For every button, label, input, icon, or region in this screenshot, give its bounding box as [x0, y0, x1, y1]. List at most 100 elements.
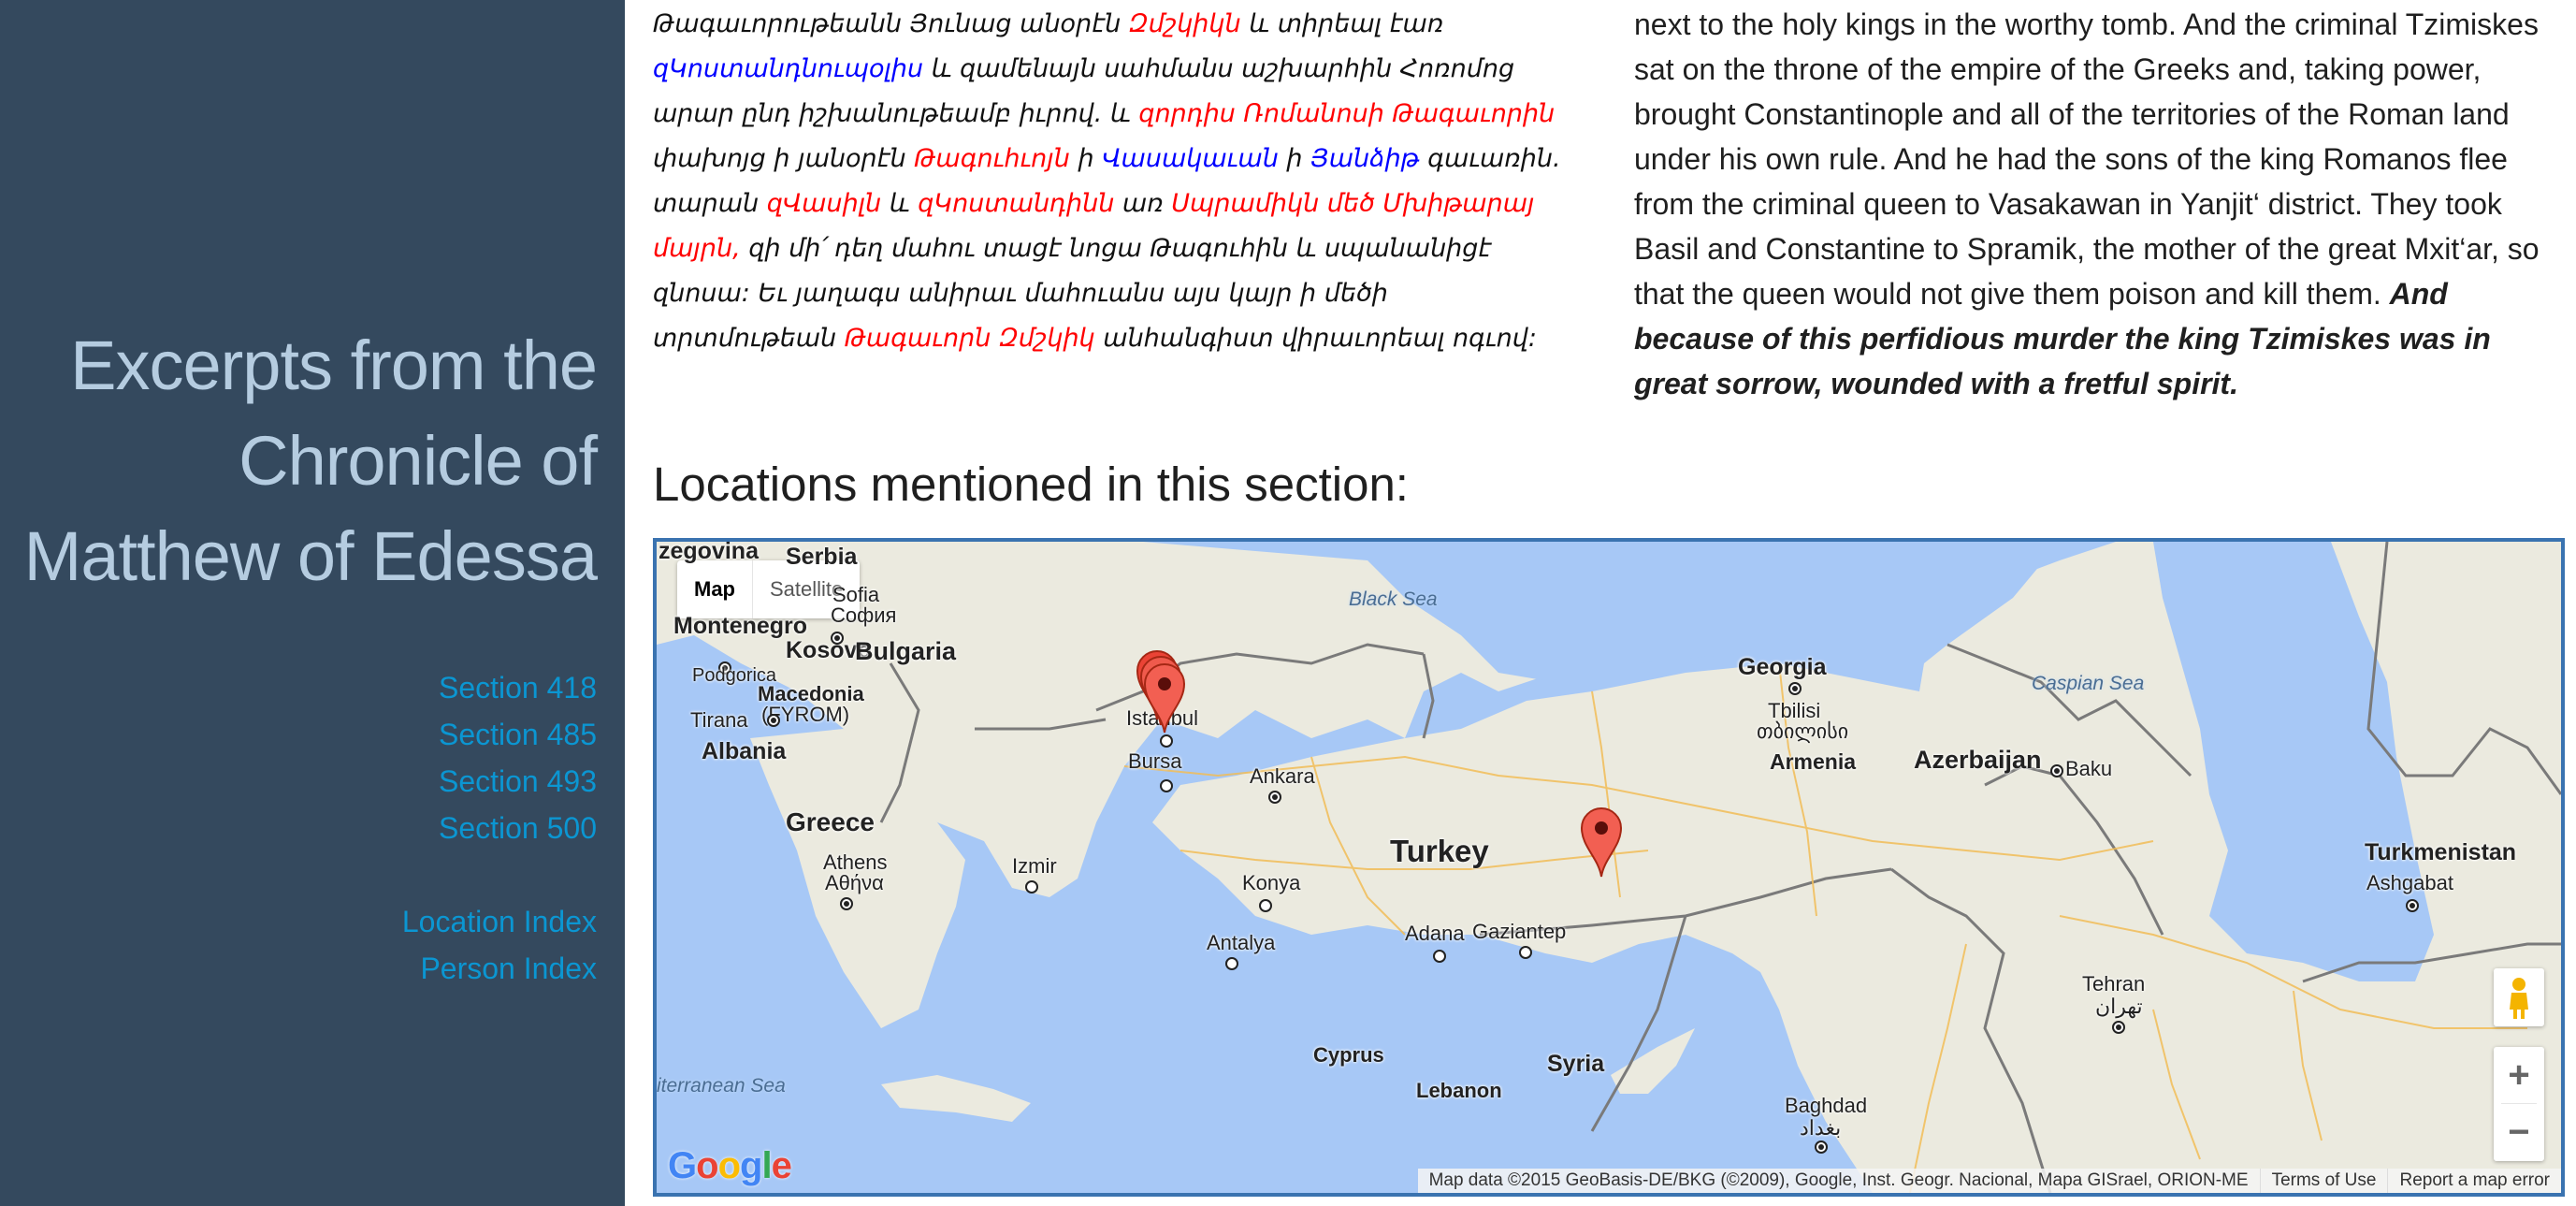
- person-name-link[interactable]: Թագուհւոյն: [914, 144, 1070, 173]
- logo-letter: o: [717, 1145, 741, 1186]
- map-label-turkey: Turkey: [1390, 834, 1489, 868]
- english-translation: next to the holy kings in the worthy tom…: [1634, 2, 2569, 406]
- site-title-line: Excerpts from the: [70, 327, 598, 404]
- map-label-cyprus: Cyprus: [1313, 1043, 1384, 1067]
- armenian-text-segment: ի: [1069, 144, 1103, 173]
- city-dot-gaziantep: [1519, 946, 1532, 959]
- map-label-greece: Greece: [786, 807, 875, 836]
- armenian-text-segment: Թագաւորութեանն Յունաց անօրէն: [653, 9, 1129, 38]
- street-view-pegman[interactable]: [2494, 968, 2544, 1026]
- capital-dot-tbilisi: [1788, 682, 1802, 695]
- armenian-text-segment: փախոյց ի յանօրէն: [653, 144, 915, 173]
- map-label-tbilisi-georgian: თბილისი: [1757, 719, 1849, 743]
- logo-letter: g: [740, 1145, 762, 1186]
- zoom-in-button[interactable]: +: [2494, 1047, 2544, 1103]
- section-nav: Section 418 Section 485 Section 493 Sect…: [439, 664, 597, 851]
- place-name-link[interactable]: Վասակաւան: [1102, 144, 1279, 173]
- armenian-text-segment: առ: [1114, 189, 1172, 218]
- city-dot-izmir: [1025, 880, 1038, 894]
- map-label-antalya: Antalya: [1207, 931, 1276, 954]
- map-label-syria: Syria: [1547, 1051, 1605, 1077]
- capital-dot-baghdad: [1815, 1141, 1828, 1154]
- nav-section-493[interactable]: Section 493: [439, 758, 597, 805]
- map-label-athens-greek: Αθήνα: [825, 871, 884, 894]
- map-label-ankara: Ankara: [1250, 764, 1315, 788]
- site-title: Excerpts from the Chronicle of Matthew o…: [0, 318, 598, 604]
- map-label-ashgabat: Ashgabat: [2366, 871, 2453, 894]
- map[interactable]: Map Satellite zegovina Serbia Montenegro…: [653, 538, 2565, 1197]
- report-map-error-link[interactable]: Report a map error: [2387, 1169, 2561, 1193]
- map-label-bulgaria: Bulgaria: [855, 637, 957, 665]
- map-label-sofia-cyrillic: София: [831, 603, 897, 627]
- city-dot-konya: [1259, 899, 1272, 912]
- map-label-baghdad-arabic: بغداد: [1800, 1116, 1842, 1140]
- map-label-bursa: Bursa: [1128, 749, 1182, 773]
- logo-letter: G: [668, 1145, 697, 1186]
- map-label-baku: Baku: [2065, 757, 2113, 780]
- armenian-text-segment: անհանգիստ վիրաւորեալ ոգւով:: [1094, 324, 1537, 353]
- capital-dot-tirana: [767, 714, 780, 727]
- armenian-text-segment: ի: [1278, 144, 1311, 173]
- nav-section-418[interactable]: Section 418: [439, 664, 597, 711]
- map-label-azerbaijan: Azerbaijan: [1914, 746, 2042, 774]
- index-nav: Location Index Person Index: [402, 898, 597, 992]
- map-label-baghdad: Baghdad: [1785, 1094, 1868, 1117]
- map-type-map-button[interactable]: Map: [677, 560, 753, 618]
- map-label-gaziantep: Gaziantep: [1472, 920, 1567, 943]
- map-label-tirana: Tirana: [690, 708, 748, 732]
- logo-letter: l: [761, 1145, 772, 1186]
- map-label-caspian-sea: Caspian Sea: [2032, 673, 2145, 694]
- zoom-out-button[interactable]: −: [2494, 1104, 2544, 1160]
- map-label-konya: Konya: [1242, 871, 1301, 894]
- site-title-line: Matthew of Edessa: [23, 517, 598, 595]
- capital-dot-tehran: [2112, 1021, 2125, 1034]
- map-marker-vasakawan[interactable]: [1580, 806, 1623, 879]
- armenian-text: Թագաւորութեանն Յունաց անօրէն Զմշկիկն և տ…: [653, 2, 1579, 361]
- capital-dot-sofia: [831, 632, 844, 645]
- map-label-black-sea: Black Sea: [1349, 588, 1438, 610]
- nav-section-500[interactable]: Section 500: [439, 805, 597, 851]
- nav-location-index[interactable]: Location Index: [402, 898, 597, 945]
- map-label-georgia: Georgia: [1738, 654, 1827, 680]
- site-title-line: Chronicle of: [239, 422, 598, 500]
- capital-dot-athens: [840, 897, 853, 910]
- city-dot-istanbul: [1160, 734, 1173, 748]
- person-name-link[interactable]: զԿոստանդինն: [918, 189, 1114, 218]
- person-name-link[interactable]: զորդիս Ռոմանոսի Թագաւորին: [1138, 99, 1555, 128]
- capital-dot-ashgabat: [2406, 899, 2419, 912]
- armenian-text-segment: և տիրեալ էառ: [1240, 9, 1444, 38]
- terms-of-use-link[interactable]: Terms of Use: [2259, 1169, 2388, 1193]
- city-dot-adana: [1433, 950, 1446, 963]
- map-label-mediterranean: iterranean Sea: [657, 1075, 786, 1097]
- zoom-control: + −: [2494, 1047, 2544, 1161]
- map-data-attribution: Map data ©2015 GeoBasis-DE/BKG (©2009), …: [1428, 1170, 2249, 1190]
- logo-letter: e: [771, 1145, 792, 1186]
- city-dot-bursa: [1160, 779, 1173, 792]
- place-name-link[interactable]: զԿոստանդնուպօլիս: [653, 54, 923, 83]
- map-label-herzegovina: zegovina: [658, 538, 759, 564]
- map-label-serbia: Serbia: [786, 544, 858, 570]
- armenian-text-segment: և: [881, 189, 919, 218]
- sidebar: Excerpts from the Chronicle of Matthew o…: [0, 0, 625, 1206]
- map-label-lebanon: Lebanon: [1416, 1079, 1502, 1102]
- map-attribution-bar: Map data ©2015 GeoBasis-DE/BKG (©2009), …: [1417, 1169, 2561, 1193]
- nav-section-485[interactable]: Section 485: [439, 711, 597, 758]
- person-name-link[interactable]: Զմշկիկն: [1129, 9, 1241, 38]
- city-dot-antalya: [1225, 957, 1238, 970]
- person-name-link[interactable]: զՎասիլն: [767, 189, 881, 218]
- place-name-link[interactable]: Յանձիթ: [1310, 144, 1420, 173]
- nav-person-index[interactable]: Person Index: [402, 945, 597, 992]
- map-label-adana: Adana: [1405, 922, 1465, 945]
- google-logo[interactable]: Google: [668, 1145, 792, 1187]
- logo-letter: o: [696, 1145, 718, 1186]
- map-marker-constantinople-3[interactable]: [1143, 661, 1186, 734]
- map-label-tehran-persian: تهران: [2095, 995, 2143, 1018]
- locations-heading: Locations mentioned in this section:: [653, 458, 1409, 511]
- map-label-montenegro: Montenegro: [673, 613, 808, 639]
- map-label-tehran: Tehran: [2082, 972, 2146, 995]
- map-label-izmir: Izmir: [1012, 854, 1057, 878]
- pegman-icon: [2510, 978, 2528, 1019]
- capital-dot-baku: [2050, 764, 2063, 777]
- person-name-link[interactable]: Թագաւորն Զմշկիկ: [845, 324, 1095, 353]
- map-label-albania: Albania: [702, 738, 787, 764]
